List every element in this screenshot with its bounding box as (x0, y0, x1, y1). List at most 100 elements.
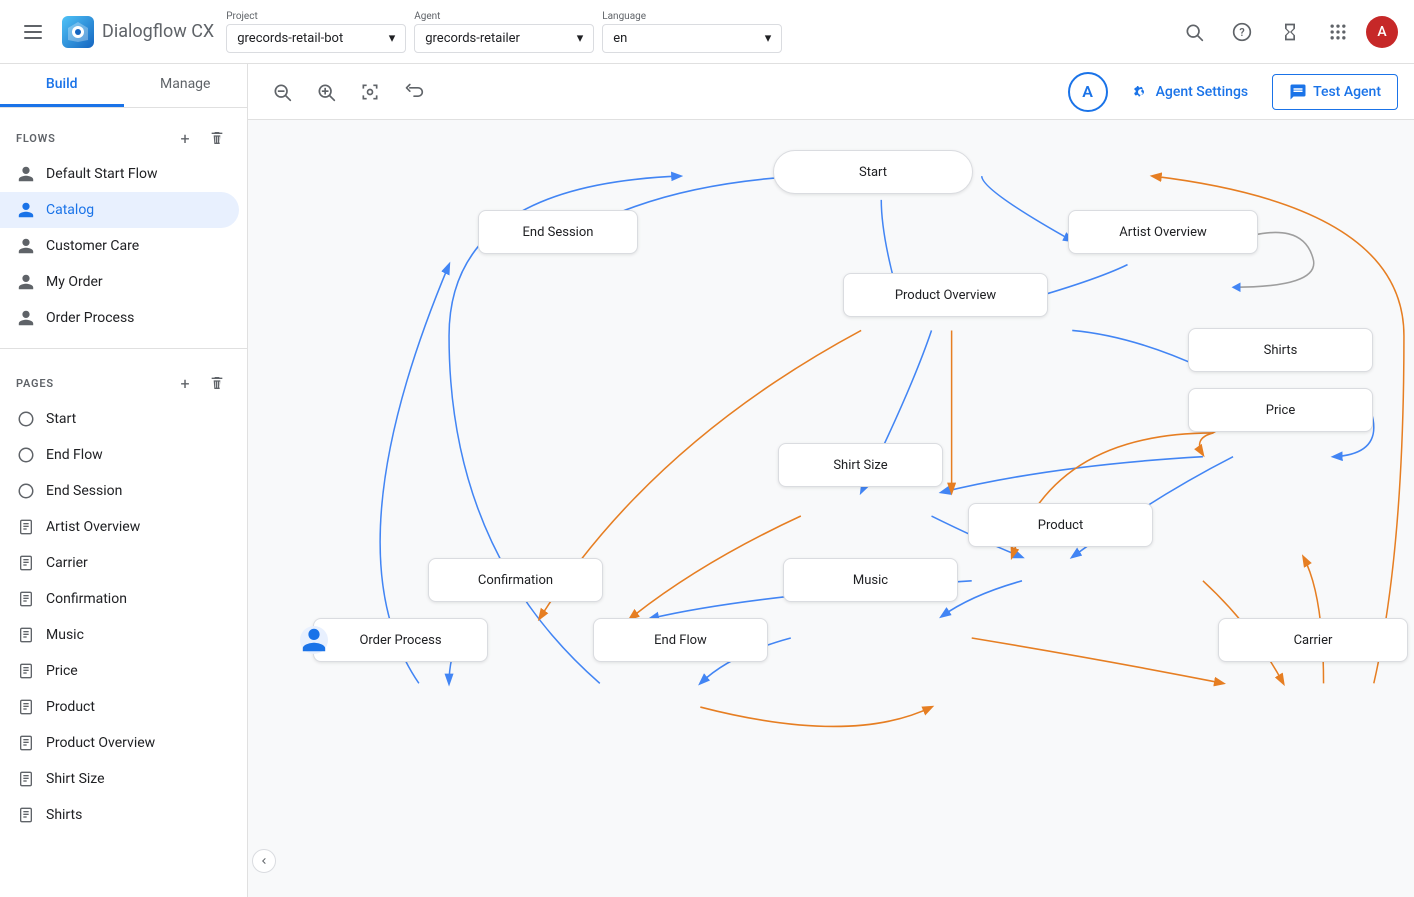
artist-overview-node-label: Artist Overview (1119, 225, 1207, 240)
agent-avatar-icon[interactable]: A (1068, 72, 1108, 112)
delete-page-button[interactable] (203, 369, 231, 397)
dialogflow-logo-icon (62, 16, 94, 48)
tab-manage[interactable]: Manage (124, 64, 248, 107)
settings-icon (1132, 83, 1150, 101)
app-body: Build Manage FLOWS + (0, 64, 1414, 897)
trash-icon (209, 130, 225, 146)
agent-dropdown[interactable]: grecords-retailer ▾ (414, 24, 594, 53)
sidebar-divider (0, 348, 247, 349)
sidebar-item-catalog[interactable]: Catalog (0, 192, 239, 228)
undo-icon (404, 82, 424, 102)
flow-node-order-process[interactable]: Order Process (313, 618, 488, 662)
sidebar-item-artist-overview[interactable]: Artist Overview (0, 509, 239, 545)
flow-node-end-flow[interactable]: End Flow (593, 618, 768, 662)
sidebar-item-customer-care[interactable]: Customer Care (0, 228, 239, 264)
sidebar-item-carrier[interactable]: Carrier (0, 545, 239, 581)
shirts-node-label: Shirts (1264, 343, 1298, 358)
apps-icon (1328, 22, 1348, 42)
agent-value: grecords-retailer (425, 31, 520, 46)
flow-node-shirts[interactable]: Shirts (1188, 328, 1373, 372)
sidebar-item-confirmation[interactable]: Confirmation (0, 581, 239, 617)
start-node-label: Start (859, 165, 887, 180)
end-session-circle-icon (16, 481, 36, 501)
sidebar-item-shirt-size[interactable]: Shirt Size (0, 761, 239, 797)
flow-node-artist-overview[interactable]: Artist Overview (1068, 210, 1258, 254)
test-agent-label: Test Agent (1313, 84, 1381, 100)
person-icon-order-process (16, 308, 36, 328)
sidebar-item-start[interactable]: Start (0, 401, 239, 437)
sidebar-item-end-session[interactable]: End Session (0, 473, 239, 509)
help-icon: ? (1232, 22, 1252, 42)
artist-overview-label: Artist Overview (46, 519, 140, 535)
project-dropdown-group: Project grecords-retail-bot ▾ (226, 11, 406, 53)
flows-header: FLOWS + (0, 116, 247, 156)
sidebar-tabs: Build Manage (0, 64, 247, 108)
flow-node-shirt-size[interactable]: Shirt Size (778, 443, 943, 487)
zoom-in-button[interactable] (308, 74, 344, 110)
collapse-sidebar-button[interactable] (252, 849, 276, 873)
menu-icon[interactable] (16, 17, 50, 47)
language-chevron-icon: ▾ (765, 31, 772, 46)
add-flow-button[interactable]: + (171, 124, 199, 152)
sidebar: Build Manage FLOWS + (0, 64, 248, 897)
test-agent-button[interactable]: Test Agent (1272, 74, 1398, 110)
fit-screen-icon (360, 82, 380, 102)
flows-actions: + (171, 124, 231, 152)
flow-node-confirmation[interactable]: Confirmation (428, 558, 603, 602)
pages-title: PAGES (16, 377, 54, 390)
doc-icon-price (16, 661, 36, 681)
sidebar-item-order-process[interactable]: Order Process (0, 300, 239, 336)
music-label: Music (46, 627, 84, 643)
flow-node-carrier[interactable]: Carrier (1218, 618, 1408, 662)
product-overview-node-label: Product Overview (895, 288, 996, 303)
trash-icon-pages (209, 375, 225, 391)
delete-flow-button[interactable] (203, 124, 231, 152)
flow-node-price[interactable]: Price (1188, 388, 1373, 432)
flow-node-start[interactable]: Start (773, 150, 973, 194)
shirt-size-node-label: Shirt Size (833, 458, 887, 473)
language-dropdown[interactable]: en ▾ (602, 24, 782, 53)
flow-node-music[interactable]: Music (783, 558, 958, 602)
search-icon-btn[interactable] (1174, 12, 1214, 52)
add-page-button[interactable]: + (171, 369, 199, 397)
flow-node-end-session[interactable]: End Session (478, 210, 638, 254)
sidebar-item-product-overview[interactable]: Product Overview (0, 725, 239, 761)
start-circle-icon (16, 409, 36, 429)
svg-text:?: ? (1239, 26, 1244, 39)
flow-node-product[interactable]: Product (968, 503, 1153, 547)
sidebar-item-music[interactable]: Music (0, 617, 239, 653)
sidebar-item-shirts[interactable]: Shirts (0, 797, 239, 833)
sidebar-item-product[interactable]: Product (0, 689, 239, 725)
sidebar-item-end-flow[interactable]: End Flow (0, 437, 239, 473)
sidebar-item-price[interactable]: Price (0, 653, 239, 689)
language-dropdown-group: Language en ▾ (602, 11, 782, 53)
project-dropdown[interactable]: grecords-retail-bot ▾ (226, 24, 406, 53)
canvas-toolbar-right: A Agent Settings Test Agent (1068, 72, 1398, 112)
zoom-out-button[interactable] (264, 74, 300, 110)
start-page-label: Start (46, 411, 76, 427)
tab-build[interactable]: Build (0, 64, 124, 107)
search-icon (1184, 22, 1204, 42)
agent-settings-button[interactable]: Agent Settings (1120, 75, 1260, 109)
catalog-label: Catalog (46, 202, 94, 218)
avatar[interactable]: A (1366, 16, 1398, 48)
help-icon-btn[interactable]: ? (1222, 12, 1262, 52)
agent-dropdown-group: Agent grecords-retailer ▾ (414, 11, 594, 53)
flows-section: FLOWS + Default Start Flow (0, 108, 247, 344)
undo-button[interactable] (396, 74, 432, 110)
apps-icon-btn[interactable] (1318, 12, 1358, 52)
sidebar-item-default-start-flow[interactable]: Default Start Flow (0, 156, 239, 192)
topbar-right: ? A (1174, 12, 1398, 52)
agent-label: Agent (414, 11, 594, 22)
music-node-label: Music (853, 573, 888, 588)
fit-to-screen-button[interactable] (352, 74, 388, 110)
product-label: Product (46, 699, 95, 715)
sidebar-item-my-order[interactable]: My Order (0, 264, 239, 300)
flow-node-product-overview[interactable]: Product Overview (843, 273, 1048, 317)
hourglass-icon-btn[interactable] (1270, 12, 1310, 52)
doc-icon-music (16, 625, 36, 645)
zoom-out-icon (272, 82, 292, 102)
product-node-label: Product (1038, 518, 1083, 533)
price-label: Price (46, 663, 78, 679)
confirmation-node-label: Confirmation (478, 573, 553, 588)
